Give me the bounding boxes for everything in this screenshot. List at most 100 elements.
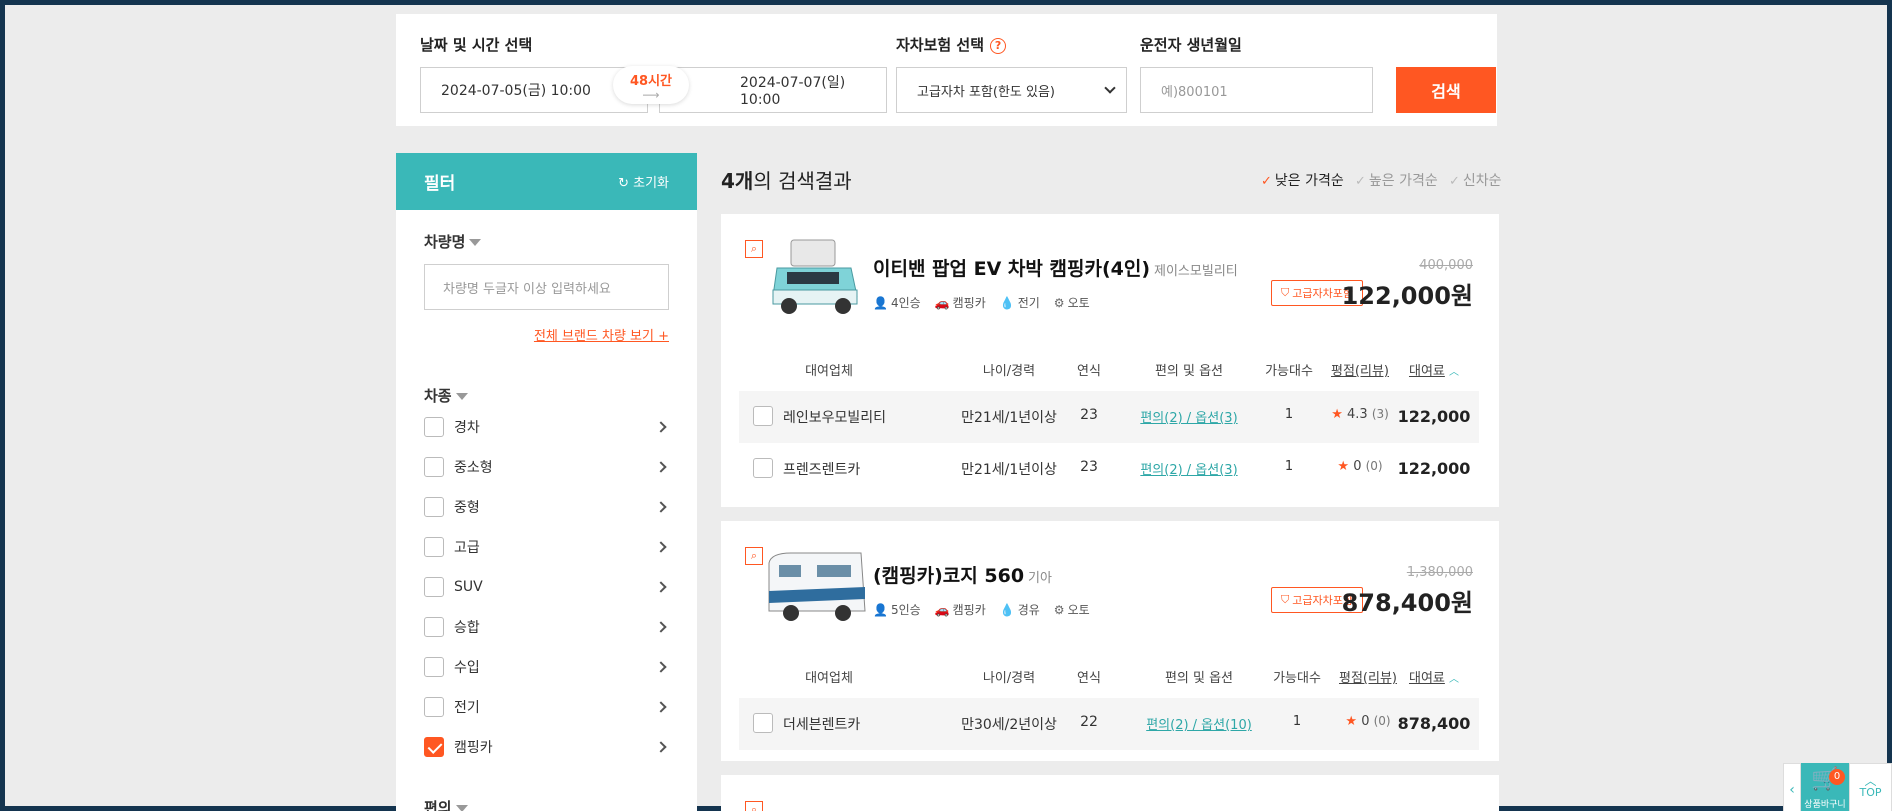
chevron-right-icon[interactable]	[655, 701, 667, 713]
review-count: (3)	[1371, 407, 1389, 421]
checkbox[interactable]	[424, 697, 444, 717]
reset-button[interactable]: ↻ 초기화	[618, 172, 669, 191]
col-fee-text: 대여료	[1408, 364, 1445, 379]
insurance-label-text: 자차보험 선택	[896, 36, 985, 54]
sort-new-car[interactable]: ✓ 신차순	[1449, 170, 1502, 190]
chevron-right-icon[interactable]	[655, 661, 667, 673]
car-title[interactable]: (캠핑카)코지 560 기아	[873, 561, 1052, 588]
chevron-right-icon[interactable]	[655, 581, 667, 593]
car-type-section-title[interactable]: 차종	[424, 385, 468, 406]
row-year: 22	[1080, 714, 1098, 730]
car-type-item[interactable]: 중소형	[424, 455, 669, 479]
checkbox[interactable]	[753, 458, 773, 478]
car-type-item[interactable]: 수입	[424, 655, 669, 679]
spec-fuel-text: 전기	[1017, 296, 1040, 310]
arrow-right-icon: ⟶	[642, 88, 660, 102]
car-name-section-title[interactable]: 차량명	[424, 231, 482, 252]
spec-seats-text: 4인승	[890, 296, 921, 310]
cart-button[interactable]: 🛒 0 상품바구니	[1801, 763, 1849, 811]
checkbox[interactable]	[424, 417, 444, 437]
car-card: ⌕ 이티밴 팝업 EV 차박 캠핑카(4인) 제이스모빌리티 👤 4인승 🚗 캠핑카 …	[721, 214, 1499, 507]
checkbox-checked[interactable]	[424, 737, 444, 757]
price: 878,400원	[1341, 589, 1473, 617]
car-type-label: 전기	[454, 700, 480, 716]
insurance-select-value: 고급자차 포함(한도 있음)	[917, 84, 1056, 100]
col-fee[interactable]: 대여료 ︿	[1389, 667, 1479, 686]
col-fee[interactable]: 대여료 ︿	[1389, 360, 1479, 379]
checkbox[interactable]	[424, 497, 444, 517]
row-options-link[interactable]: 편의(2) / 옵션(3)	[1119, 459, 1259, 478]
car-type-item[interactable]: 중형	[424, 495, 669, 519]
car-type-item[interactable]: SUV	[424, 575, 669, 599]
shield-icon: ⛉	[1281, 593, 1290, 606]
checkbox[interactable]	[424, 537, 444, 557]
car-type-item[interactable]: 전기	[424, 695, 669, 719]
shield-icon: ⛉	[1281, 286, 1290, 299]
car-title[interactable]: 이티밴 팝업 EV 차박 캠핑카(4인) 제이스모빌리티	[873, 254, 1238, 281]
top-label: TOP	[1859, 786, 1882, 799]
end-datetime-field[interactable]: 2024-07-07(일) 10:00	[659, 67, 887, 113]
car-type-label: 승합	[454, 620, 480, 636]
sort-low-price[interactable]: ✓ 낮은 가격순	[1261, 170, 1344, 190]
chevron-right-icon[interactable]	[655, 541, 667, 553]
car-specs: 👤 5인승 🚗 캠핑카 💧 경유 ⚙ 오토	[873, 601, 1090, 618]
chevron-up-icon: ︿	[1449, 674, 1460, 685]
spec-transmission: ⚙ 오토	[1054, 294, 1090, 311]
chevron-right-icon[interactable]	[655, 461, 667, 473]
checkbox[interactable]	[424, 577, 444, 597]
col-year: 연식	[1077, 364, 1101, 379]
chevron-right-icon[interactable]	[655, 621, 667, 633]
birthdate-input[interactable]: 예)800101	[1140, 67, 1373, 113]
check-icon: ✓	[1449, 174, 1460, 189]
chevron-left-icon[interactable]: ‹	[1783, 763, 1801, 811]
car-name-input[interactable]: 차량명 두글자 이상 입력하세요	[424, 264, 669, 310]
car-image	[768, 552, 866, 621]
col-options: 편의 및 옵션	[1154, 364, 1224, 379]
row-company: 프렌즈렌트카	[783, 462, 861, 478]
car-icon: 🚗	[934, 603, 950, 617]
checkbox[interactable]	[424, 617, 444, 637]
row-options-link[interactable]: 편의(2) / 옵션(3)	[1119, 407, 1259, 426]
search-button[interactable]: 검색	[1396, 67, 1496, 113]
checkbox[interactable]	[424, 457, 444, 477]
row-year: 23	[1080, 459, 1098, 475]
check-icon: ✓	[1355, 174, 1366, 189]
chevron-right-icon[interactable]	[655, 741, 667, 753]
convenience-title-text: 편의	[424, 799, 452, 811]
all-brands-link[interactable]: 전체 브랜드 차량 보기 +	[534, 325, 669, 344]
table-header: 대여업체 나이/경력 연식 편의 및 옵션 가능대수 평점(리뷰) 대여료 ︿	[739, 667, 1479, 697]
checkbox[interactable]	[753, 713, 773, 733]
rating-value: 0	[1361, 714, 1370, 729]
results-count-number: 4개	[721, 169, 754, 193]
spec-category-text: 캠핑카	[952, 296, 986, 310]
checkbox[interactable]	[424, 657, 444, 677]
col-year: 연식	[1077, 671, 1101, 686]
search-bar: 날짜 및 시간 선택 2024-07-05(금) 10:00 2024-07-0…	[396, 14, 1497, 126]
sort-label: 신차순	[1462, 173, 1502, 189]
checkbox[interactable]	[753, 406, 773, 426]
convenience-section-title[interactable]: 편의	[424, 797, 468, 811]
car-maker: 기아	[1028, 571, 1052, 586]
star-icon: ★	[1337, 459, 1350, 474]
chevron-right-icon[interactable]	[655, 501, 667, 513]
car-name-title-text: 차량명	[424, 233, 466, 251]
chevron-right-icon[interactable]	[655, 421, 667, 433]
car-type-item[interactable]: 캠핑카	[424, 735, 669, 759]
filter-header: 필터 ↻ 초기화	[396, 153, 697, 210]
table-header: 대여업체 나이/경력 연식 편의 및 옵션 가능대수 평점(리뷰) 대여료 ︿	[739, 360, 1479, 390]
review-count: (0)	[1365, 459, 1383, 473]
scroll-top-button[interactable]: ︿ TOP	[1849, 763, 1892, 811]
row-fee: 122,000	[1397, 407, 1471, 426]
table-row: 더세븐렌트카 만30세/2년이상 22 편의(2) / 옵션(10) 1 ★ 0…	[739, 698, 1479, 750]
zoom-icon[interactable]: ⌕	[745, 801, 763, 811]
row-company: 레인보우모빌리티	[783, 410, 887, 426]
car-type-item[interactable]: 경차	[424, 415, 669, 439]
car-type-item[interactable]: 고급	[424, 535, 669, 559]
sort-high-price[interactable]: ✓ 높은 가격순	[1355, 170, 1438, 190]
star-icon: ★	[1331, 407, 1343, 422]
help-icon[interactable]: ?	[990, 37, 1007, 54]
car-type-item[interactable]: 승합	[424, 615, 669, 639]
insurance-select[interactable]: 고급자차 포함(한도 있음)	[896, 67, 1127, 113]
price: 122,000원	[1341, 282, 1473, 310]
car-title-text: 이티밴 팝업 EV 차박 캠핑카(4인)	[873, 258, 1151, 280]
